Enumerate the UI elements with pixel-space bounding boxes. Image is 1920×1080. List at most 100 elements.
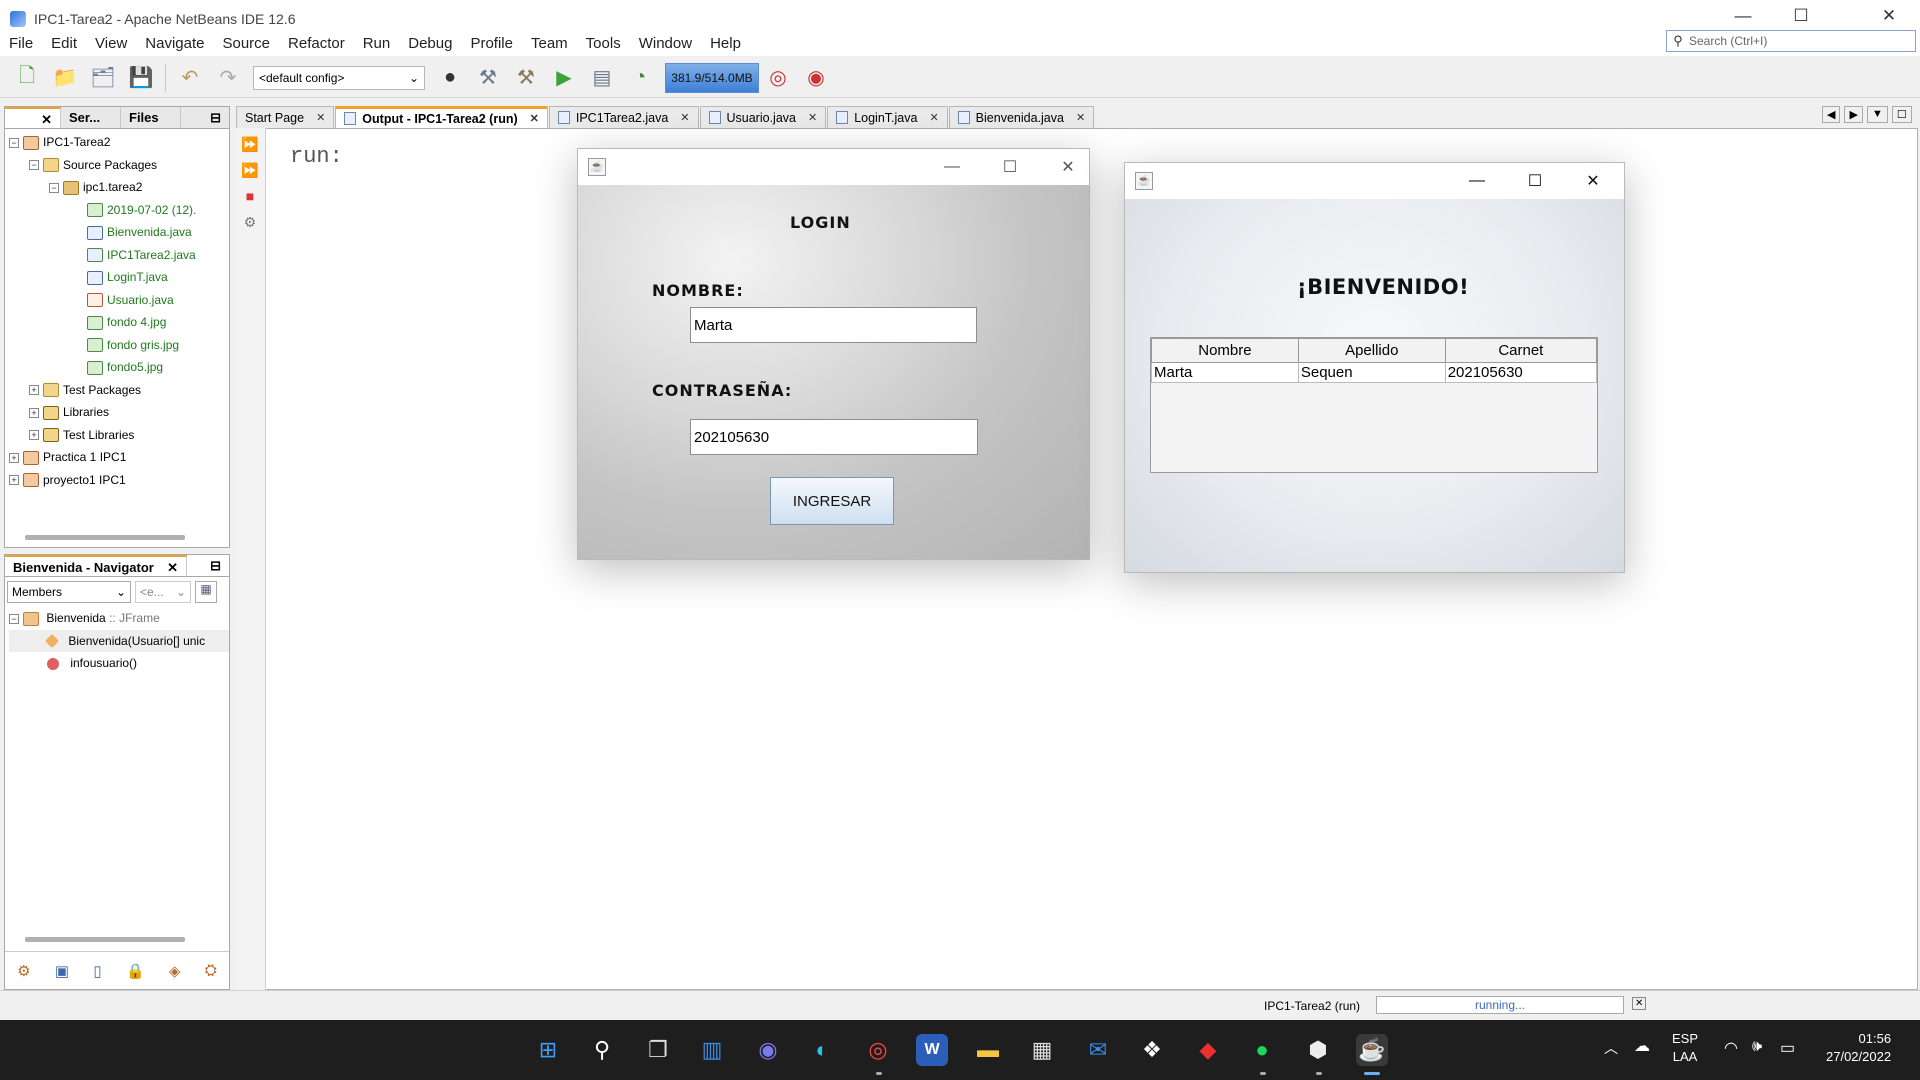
maximize-editor-icon[interactable]: ☐ (1891, 106, 1912, 123)
editor-tab[interactable]: Usuario.java ✕ (699, 106, 827, 128)
tree-node[interactable]: Bienvenida.java (9, 221, 229, 244)
tree-node[interactable]: 2019-07-02 (12). (9, 199, 229, 222)
debug-icon[interactable]: ▤ (586, 62, 618, 94)
close-tab-icon[interactable]: ✕ (316, 111, 325, 124)
minimize-button[interactable]: — (1449, 163, 1505, 199)
start-icon[interactable]: ⊞ (532, 1034, 564, 1066)
close-tab-icon[interactable]: ✕ (1076, 111, 1085, 124)
close-tab-icon[interactable]: ✕ (530, 112, 539, 125)
rerun-with-options-icon[interactable]: ⏩ (240, 160, 260, 180)
menu-team[interactable]: Team (522, 35, 577, 52)
expand-icon[interactable]: + (9, 452, 19, 463)
tree-node[interactable]: + proyecto1 IPC1 (9, 469, 229, 492)
nombre-input[interactable]: Marta (690, 307, 977, 343)
tree-node[interactable]: + Test Packages (9, 379, 229, 402)
language-indicator[interactable]: ESP LAA (1672, 1030, 1698, 1066)
close-button[interactable]: ✕ (1040, 149, 1096, 185)
netbeans-taskbar-icon[interactable]: ⬢ (1302, 1034, 1334, 1066)
password-input[interactable]: 202105630 (690, 419, 978, 455)
menu-run[interactable]: Run (354, 35, 400, 52)
expand-icon[interactable]: + (29, 385, 39, 396)
static-filter-icon[interactable]: ▯ (93, 962, 101, 980)
menu-source[interactable]: Source (213, 35, 279, 52)
save-all-icon[interactable]: 💾 (125, 62, 157, 94)
close-tab-icon[interactable]: ✕ (808, 111, 817, 124)
expand-icon[interactable]: + (29, 430, 39, 441)
editor-tab[interactable]: IPC1Tarea2.java ✕ (548, 106, 699, 128)
table-cell[interactable]: Sequen (1297, 362, 1446, 383)
horizontal-scrollbar[interactable] (25, 535, 185, 540)
column-header[interactable]: Apellido (1297, 338, 1446, 363)
tree-node[interactable]: − Source Packages (9, 154, 229, 177)
undo-icon[interactable]: ↶ (174, 62, 206, 94)
collapse-icon[interactable]: − (9, 137, 19, 148)
rerun-icon[interactable]: ⏩ (240, 134, 260, 154)
file-explorer-icon[interactable]: ▬ (972, 1034, 1004, 1066)
dropbox-icon[interactable]: ❖ (1136, 1034, 1168, 1066)
cloud-icon[interactable]: ☁ (1634, 1036, 1650, 1056)
settings-icon[interactable]: ⚙ (240, 212, 260, 232)
close-tab-icon[interactable]: ✕ (929, 111, 938, 124)
inherited-icon[interactable]: ⚙ (17, 962, 30, 980)
stop-icon[interactable]: ■ (240, 186, 260, 206)
new-project-icon[interactable]: 📁 (49, 62, 81, 94)
tree-node[interactable]: + Libraries (9, 401, 229, 424)
menu-window[interactable]: Window (630, 35, 701, 52)
minimize-panel-icon[interactable]: ⊟ (202, 555, 229, 576)
memory-indicator[interactable]: 381.9/514.0MB (665, 62, 759, 93)
cancel-process-icon[interactable]: ✕ (1632, 997, 1647, 1010)
menu-edit[interactable]: Edit (42, 35, 86, 52)
column-header[interactable]: Carnet (1444, 338, 1598, 363)
maximize-button[interactable]: ☐ (982, 149, 1038, 185)
battery-icon[interactable]: ▭ (1780, 1038, 1795, 1058)
word-icon[interactable]: W (916, 1034, 948, 1066)
search-icon[interactable]: ⚲ (586, 1034, 618, 1066)
editor-tab[interactable]: LoginT.java ✕ (827, 106, 948, 128)
navigator-item[interactable]: infousuario() (9, 652, 229, 675)
menu-file[interactable]: File (0, 35, 42, 52)
tab-projects[interactable]: ✕ (5, 107, 61, 128)
maximize-button[interactable]: ☐ (1507, 163, 1563, 199)
navigator-settings-icon[interactable]: ▦ (195, 581, 217, 603)
collapse-icon[interactable]: − (29, 160, 39, 171)
chrome-icon[interactable]: ◎ (862, 1034, 894, 1066)
members-select[interactable]: Members ⌄ (7, 581, 131, 603)
chevron-up-icon[interactable]: ︿ (1604, 1038, 1618, 1058)
profiler-stop-icon[interactable]: ◉ (800, 62, 832, 94)
tree-node[interactable]: fondo5.jpg (9, 356, 229, 379)
teams-chat-icon[interactable]: ◉ (752, 1034, 784, 1066)
tree-node[interactable]: IPC1Tarea2.java (9, 244, 229, 267)
expand-icon[interactable]: + (29, 407, 39, 418)
minimize-button[interactable]: — (1714, 0, 1772, 32)
table-row[interactable]: Marta Sequen 202105630 (1151, 362, 1598, 383)
run-icon[interactable]: ▶ (548, 62, 580, 94)
expand-icon[interactable]: + (9, 475, 19, 486)
edge-icon[interactable]: ◐ (806, 1034, 838, 1066)
task-view-icon[interactable]: ❐ (642, 1034, 674, 1066)
navigator-item[interactable]: Bienvenida(Usuario[] unic (9, 629, 229, 652)
navigator-tab[interactable]: Bienvenida - Navigator ✕ (5, 555, 187, 576)
store-icon[interactable]: ▦ (1026, 1034, 1058, 1066)
ingresar-button[interactable]: INGRESAR (770, 477, 894, 525)
tree-node[interactable]: fondo 4.jpg (9, 311, 229, 334)
profile-icon[interactable]: ◔ (624, 62, 656, 94)
lock-icon[interactable]: 🔒 (126, 962, 145, 980)
scroll-left-icon[interactable]: ◀ (1822, 106, 1841, 123)
tree-node[interactable]: − ipc1.tarea2 (9, 176, 229, 199)
java-taskbar-icon[interactable]: ☕ (1356, 1034, 1388, 1066)
scroll-right-icon[interactable]: ▶ (1844, 106, 1863, 123)
table-cell[interactable]: Marta (1151, 362, 1299, 383)
redo-icon[interactable]: ↷ (212, 62, 244, 94)
maximize-button[interactable]: ☐ (1772, 0, 1830, 32)
menu-help[interactable]: Help (701, 35, 750, 52)
menu-refactor[interactable]: Refactor (279, 35, 354, 52)
editor-tab[interactable]: Bienvenida.java ✕ (948, 106, 1095, 128)
tab-files[interactable]: Files (121, 107, 181, 128)
tree-node[interactable]: Usuario.java (9, 289, 229, 312)
clean-build-icon[interactable]: ⚒ (510, 62, 542, 94)
editor-tab[interactable]: Start Page ✕ (236, 106, 335, 128)
profiler-snapshot-icon[interactable]: ◎ (762, 62, 794, 94)
menu-navigate[interactable]: Navigate (136, 35, 213, 52)
build-hammer-icon[interactable]: ⚒ (472, 62, 504, 94)
column-header[interactable]: Nombre (1151, 338, 1299, 363)
